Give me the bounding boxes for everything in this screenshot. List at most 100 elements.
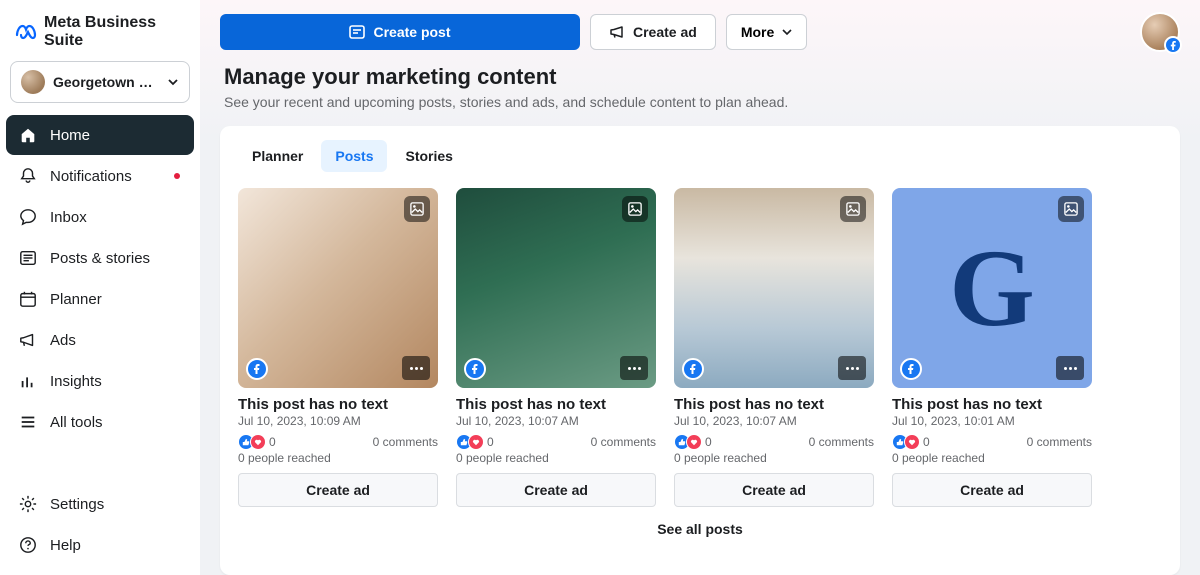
post-meta-row: 0 0 comments: [456, 434, 656, 450]
section-header: Manage your marketing content See your r…: [200, 64, 1200, 120]
create-post-label: Create post: [373, 24, 450, 40]
tab-stories[interactable]: Stories: [391, 140, 466, 172]
facebook-badge-icon: [900, 358, 922, 380]
image-type-icon: [1058, 196, 1084, 222]
account-name: Georgetown Real…: [53, 74, 159, 90]
main-area: Create post Create ad More: [200, 0, 1200, 575]
brand-name: Meta Business Suite: [44, 14, 186, 49]
comments-count: 0 comments: [1027, 435, 1092, 449]
sidebar-item-ads[interactable]: Ads: [6, 320, 194, 360]
posts-icon: [18, 248, 38, 268]
account-selector[interactable]: Georgetown Real…: [10, 61, 190, 103]
comments-count: 0 comments: [373, 435, 438, 449]
more-label: More: [741, 24, 774, 40]
sidebar-item-all-tools[interactable]: All tools: [6, 402, 194, 442]
post-menu-button[interactable]: [402, 356, 430, 380]
sidebar-item-label: Ads: [50, 332, 76, 349]
post-card: This post has no textJul 10, 2023, 10:07…: [674, 188, 874, 507]
image-type-icon: [840, 196, 866, 222]
reach-text: 0 people reached: [456, 451, 656, 465]
post-date: Jul 10, 2023, 10:09 AM: [238, 414, 438, 428]
facebook-badge-icon: [1164, 36, 1182, 54]
sidebar-item-label: Notifications: [50, 168, 132, 185]
post-icon: [349, 24, 365, 40]
profile-avatar[interactable]: [1140, 12, 1180, 52]
bell-icon: [18, 166, 38, 186]
sidebar-item-label: Posts & stories: [50, 250, 150, 267]
post-title: This post has no text: [674, 396, 874, 413]
sidebar-item-insights[interactable]: Insights: [6, 361, 194, 401]
menu-icon: [18, 412, 38, 432]
sidebar-item-help[interactable]: Help: [6, 525, 194, 565]
sidebar-item-settings[interactable]: Settings: [6, 484, 194, 524]
create-ad-button[interactable]: Create ad: [590, 14, 716, 50]
chart-icon: [18, 371, 38, 391]
page-subtitle: See your recent and upcoming posts, stor…: [224, 94, 1176, 110]
create-post-button[interactable]: Create post: [220, 14, 580, 50]
card-create-ad-button[interactable]: Create ad: [238, 473, 438, 507]
post-meta-row: 00 comments: [674, 434, 874, 450]
notification-dot: [174, 173, 180, 179]
content-card: PlannerPostsStories This post has no tex…: [220, 126, 1180, 575]
post-title: This post has no text: [238, 396, 438, 413]
card-create-ad-button[interactable]: Create ad: [456, 473, 656, 507]
love-icon: [468, 434, 484, 450]
facebook-badge-icon: [464, 358, 486, 380]
sidebar-item-label: Home: [50, 127, 90, 144]
reactions: 0: [238, 434, 276, 450]
tab-posts[interactable]: Posts: [321, 140, 387, 172]
post-date: Jul 10, 2023, 10:01 AM: [892, 414, 1092, 428]
post-thumbnail[interactable]: G: [892, 188, 1092, 388]
comments-count: 0 comments: [591, 435, 656, 449]
post-meta-row: 0 0 comments: [892, 434, 1092, 450]
sidebar-item-label: All tools: [50, 414, 103, 431]
sidebar-item-label: Insights: [50, 373, 102, 390]
reactions: 0: [674, 434, 712, 450]
more-button[interactable]: More: [726, 14, 807, 50]
card-create-ad-button[interactable]: Create ad: [674, 473, 874, 507]
content-tabs: PlannerPostsStories: [238, 136, 1162, 182]
post-thumbnail[interactable]: [238, 188, 438, 388]
post-menu-button[interactable]: [620, 356, 648, 380]
megaphone-icon: [609, 24, 625, 40]
see-all-posts-link[interactable]: See all posts: [238, 507, 1162, 537]
topbar: Create post Create ad More: [200, 0, 1200, 64]
brand-logo: Meta Business Suite: [6, 10, 194, 61]
reaction-count: 0: [487, 435, 494, 449]
image-type-icon: [404, 196, 430, 222]
page-title: Manage your marketing content: [224, 64, 1176, 90]
card-create-ad-button[interactable]: Create ad: [892, 473, 1092, 507]
reactions: 0: [892, 434, 930, 450]
reach-text: 0 people reached: [892, 451, 1092, 465]
caret-down-icon: [782, 27, 792, 37]
post-title: This post has no text: [892, 396, 1092, 413]
reach-text: 0 people reached: [674, 451, 874, 465]
post-date: Jul 10, 2023, 10:07 AM: [456, 414, 656, 428]
help-icon: [18, 535, 38, 555]
sidebar-item-inbox[interactable]: Inbox: [6, 197, 194, 237]
post-card: This post has no textJul 10, 2023, 10:07…: [456, 188, 656, 507]
reaction-count: 0: [705, 435, 712, 449]
sidebar-item-posts-stories[interactable]: Posts & stories: [6, 238, 194, 278]
love-icon: [250, 434, 266, 450]
sidebar-item-home[interactable]: Home: [6, 115, 194, 155]
home-icon: [18, 125, 38, 145]
sidebar-item-planner[interactable]: Planner: [6, 279, 194, 319]
sidebar-item-label: Planner: [50, 291, 102, 308]
tab-planner[interactable]: Planner: [238, 140, 317, 172]
post-menu-button[interactable]: [1056, 356, 1084, 380]
post-menu-button[interactable]: [838, 356, 866, 380]
sidebar-item-notifications[interactable]: Notifications: [6, 156, 194, 196]
reach-text: 0 people reached: [238, 451, 438, 465]
post-thumbnail[interactable]: [674, 188, 874, 388]
facebook-badge-icon: [682, 358, 704, 380]
post-thumbnail[interactable]: [456, 188, 656, 388]
calendar-icon: [18, 289, 38, 309]
sidebar: Meta Business Suite Georgetown Real… Hom…: [0, 0, 200, 575]
chat-icon: [18, 207, 38, 227]
post-meta-row: 0 0 comments: [238, 434, 438, 450]
meta-logo-icon: [14, 20, 38, 44]
megaphone-icon: [18, 330, 38, 350]
gear-icon: [18, 494, 38, 514]
caret-down-icon: [167, 76, 179, 88]
